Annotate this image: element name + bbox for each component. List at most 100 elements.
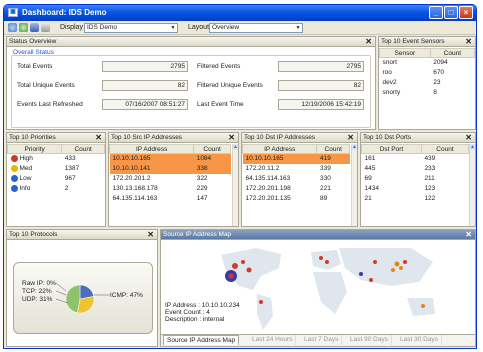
close-icon[interactable]: ✕ — [365, 37, 372, 46]
table-cell: 670 — [433, 69, 445, 76]
table-row[interactable]: roo 670 — [380, 68, 475, 78]
table-row[interactable]: 64.135.114.163 147 — [110, 194, 231, 204]
dst-ip-scrollbar[interactable]: ▲ — [351, 144, 357, 226]
refresh-icon[interactable] — [19, 23, 28, 32]
options-icon[interactable] — [41, 23, 50, 32]
table-row[interactable]: Low 967 — [8, 174, 105, 184]
table-row[interactable]: 172.20.201.135 89 — [243, 194, 350, 204]
table-row[interactable]: High 433 — [8, 154, 105, 164]
tab-source-ip-map[interactable]: Source IP Address Map — [163, 335, 240, 345]
tab-last-24-hours[interactable]: Last 24 Hours — [249, 335, 297, 345]
table-row[interactable]: 161 439 — [362, 154, 469, 164]
table-row[interactable]: Info 2 — [8, 184, 105, 194]
map-tab-bar: Source IP Address Map Last 24 Hours Last… — [161, 334, 475, 346]
table-cell: 172.20.201.2 — [112, 175, 151, 182]
panel-title: Source IP Address Map — [163, 231, 232, 238]
table-cell: 10.10.10.141 — [109, 163, 194, 174]
event-marker[interactable] — [232, 263, 238, 269]
table-row[interactable]: 64.135.114.163 330 — [243, 174, 350, 184]
tab-last-7-days[interactable]: Last 7 Days — [301, 335, 343, 345]
table-row[interactable]: 1434 123 — [362, 184, 469, 194]
event-marker[interactable] — [359, 272, 363, 276]
column-header[interactable]: Count — [429, 48, 475, 58]
column-header[interactable]: Sensor — [379, 48, 431, 58]
pie-leader-line — [55, 290, 67, 296]
pie-label: TCP: 22% — [22, 288, 52, 295]
event-marker[interactable] — [403, 260, 407, 264]
table-row[interactable]: Med 1387 — [8, 164, 105, 174]
layout-select[interactable]: Overview ▼ — [209, 23, 303, 33]
dst-ports-scrollbar[interactable]: ▲ — [469, 144, 475, 226]
close-icon[interactable]: ✕ — [147, 230, 154, 239]
close-icon[interactable]: ✕ — [347, 133, 354, 142]
description-label: Description — [165, 316, 198, 323]
table-row[interactable]: 10.10.10.165 419 — [242, 153, 350, 164]
close-icon[interactable]: ✕ — [465, 133, 472, 142]
src-ip-table: IP Address Count 10.10.10.165 1084 10.10.10… — [109, 144, 231, 204]
event-marker[interactable] — [259, 300, 263, 304]
event-marker[interactable] — [399, 266, 403, 270]
dst-ports-panel: Top 10 Dst Ports ✕ Dst Port Count 161 439 44… — [360, 132, 476, 227]
table-row[interactable]: 172.20.11.2 339 — [243, 164, 350, 174]
table-row[interactable]: 445 233 — [362, 164, 469, 174]
scroll-up-icon[interactable]: ▲ — [233, 144, 238, 150]
event-marker[interactable] — [373, 260, 377, 264]
column-header[interactable]: Count — [316, 144, 350, 154]
back-icon[interactable] — [8, 23, 17, 32]
table-row[interactable]: 69 211 — [362, 174, 469, 184]
table-row[interactable]: 10.10.10.165 1084 — [109, 153, 231, 164]
event-marker[interactable] — [369, 278, 373, 282]
close-icon[interactable]: ✕ — [228, 133, 235, 142]
minimize-button[interactable]: _ — [429, 6, 443, 19]
table-row[interactable]: 130.13.168.178 229 — [110, 184, 231, 194]
table-row[interactable]: 21 122 — [362, 194, 469, 204]
table-cell: 2094 — [433, 59, 448, 67]
column-header[interactable]: IP Address — [242, 144, 318, 154]
table-cell: 8 — [433, 89, 437, 96]
event-marker[interactable] — [391, 268, 395, 272]
column-header[interactable]: Priority — [7, 144, 63, 154]
table-cell: 419 — [316, 153, 350, 164]
close-icon[interactable]: ✕ — [95, 133, 102, 142]
table-row[interactable]: dev2 23 — [380, 78, 475, 88]
close-button[interactable]: × — [459, 6, 473, 19]
event-marker[interactable] — [394, 261, 400, 267]
column-header[interactable]: Count — [420, 144, 470, 154]
maximize-button[interactable]: □ — [444, 6, 458, 19]
close-icon[interactable]: ✕ — [465, 230, 472, 239]
event-marker[interactable] — [228, 273, 234, 279]
chart-frame: Raw IP: 0% TCP: 22% UDP: 31% ICMP: 47% — [13, 262, 153, 334]
display-select[interactable]: IDS Demo ▼ — [84, 23, 178, 33]
table-row[interactable]: snort 2094 — [380, 58, 475, 68]
event-marker[interactable] — [325, 260, 329, 264]
table-cell: 172.20.201.198 — [245, 185, 291, 192]
event-marker[interactable] — [246, 267, 252, 273]
table-row[interactable]: 10.10.10.141 338 — [109, 163, 231, 174]
tab-last-30-days[interactable]: Last 30 Days — [397, 335, 442, 345]
table-cell: 211 — [424, 175, 435, 182]
event-marker[interactable] — [421, 304, 425, 308]
table-cell: 123 — [424, 185, 436, 192]
total-unique-value: 82 — [102, 80, 188, 91]
event-marker[interactable] — [319, 256, 323, 260]
src-ip-scrollbar[interactable]: ▲ — [232, 144, 238, 226]
close-icon[interactable]: ✕ — [465, 37, 472, 46]
table-row[interactable]: 172.20.201.2 322 — [110, 174, 231, 184]
column-header[interactable]: Count — [193, 144, 231, 154]
table-cell: 322 — [196, 175, 208, 182]
title-bar[interactable]: ▣ Dashboard: IDS Demo _ □ × — [4, 5, 476, 21]
scroll-up-icon[interactable]: ▲ — [470, 144, 475, 150]
ip-label: IP Address — [165, 302, 197, 309]
scroll-up-icon[interactable]: ▲ — [352, 144, 357, 150]
pie-slice[interactable] — [65, 284, 81, 314]
column-header[interactable]: IP Address — [109, 144, 195, 154]
column-header[interactable]: Count — [61, 144, 105, 154]
status-overview-panel: Status Overview ✕ Overall Status Total Ev… — [6, 36, 376, 130]
event-marker[interactable] — [241, 260, 245, 264]
save-icon[interactable] — [30, 23, 39, 32]
dst-ip-header: Top 10 Dst IP Addresses ✕ — [242, 133, 357, 143]
tab-last-90-days[interactable]: Last 90 Days — [347, 335, 392, 345]
column-header[interactable]: Dst Port — [361, 144, 422, 154]
table-row[interactable]: 172.20.201.198 221 — [243, 184, 350, 194]
table-row[interactable]: snorty 8 — [380, 88, 475, 98]
